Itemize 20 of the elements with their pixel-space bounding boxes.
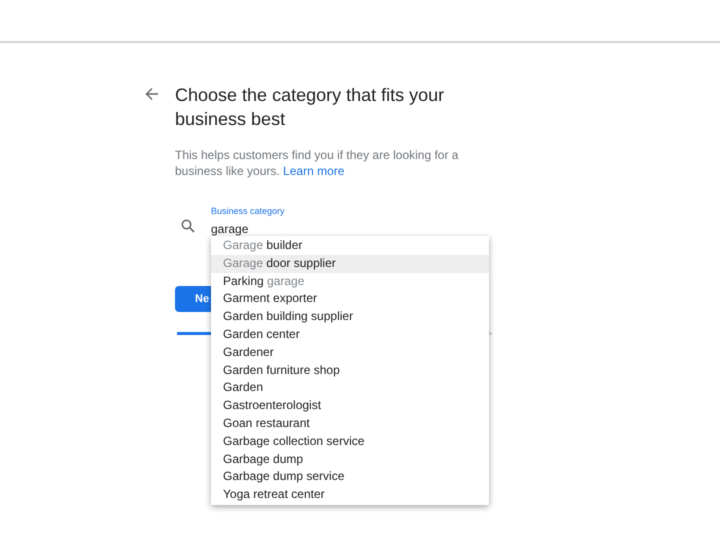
suggestion-item[interactable]: Garden (211, 379, 489, 398)
suggestion-item[interactable]: Garbage dump (211, 450, 489, 468)
description: This helps customers find you if they are looking for a business like yours. Learn more (175, 147, 460, 179)
learn-more-link[interactable]: Learn more (283, 164, 344, 178)
page-title: Choose the category that fits your business best (175, 84, 446, 131)
suggestion-item[interactable]: Garment exporter (211, 290, 489, 308)
suggestion-item[interactable]: Garbage dump service (211, 468, 489, 486)
suggestion-item[interactable]: Garden furniture shop (211, 362, 489, 380)
suggestion-item[interactable]: Parking garage (211, 272, 489, 290)
suggestion-item[interactable]: Garden center (211, 326, 489, 344)
back-arrow-icon[interactable] (145, 87, 159, 101)
suggestion-item[interactable]: Garage door supplier (211, 254, 489, 273)
suggestion-item[interactable]: Garbage collection service (211, 432, 489, 451)
suggestion-item[interactable]: Gardener (211, 344, 489, 362)
search-icon (181, 219, 195, 233)
suggestion-item[interactable]: Garden building supplier (211, 308, 489, 326)
suggestion-item[interactable]: Gastroenterologist (211, 397, 489, 415)
suggestion-item[interactable]: Goan restaurant (211, 414, 489, 433)
suggestion-item[interactable]: Yoga retreat center (211, 486, 489, 504)
suggestion-item[interactable]: Garage builder (211, 237, 489, 255)
